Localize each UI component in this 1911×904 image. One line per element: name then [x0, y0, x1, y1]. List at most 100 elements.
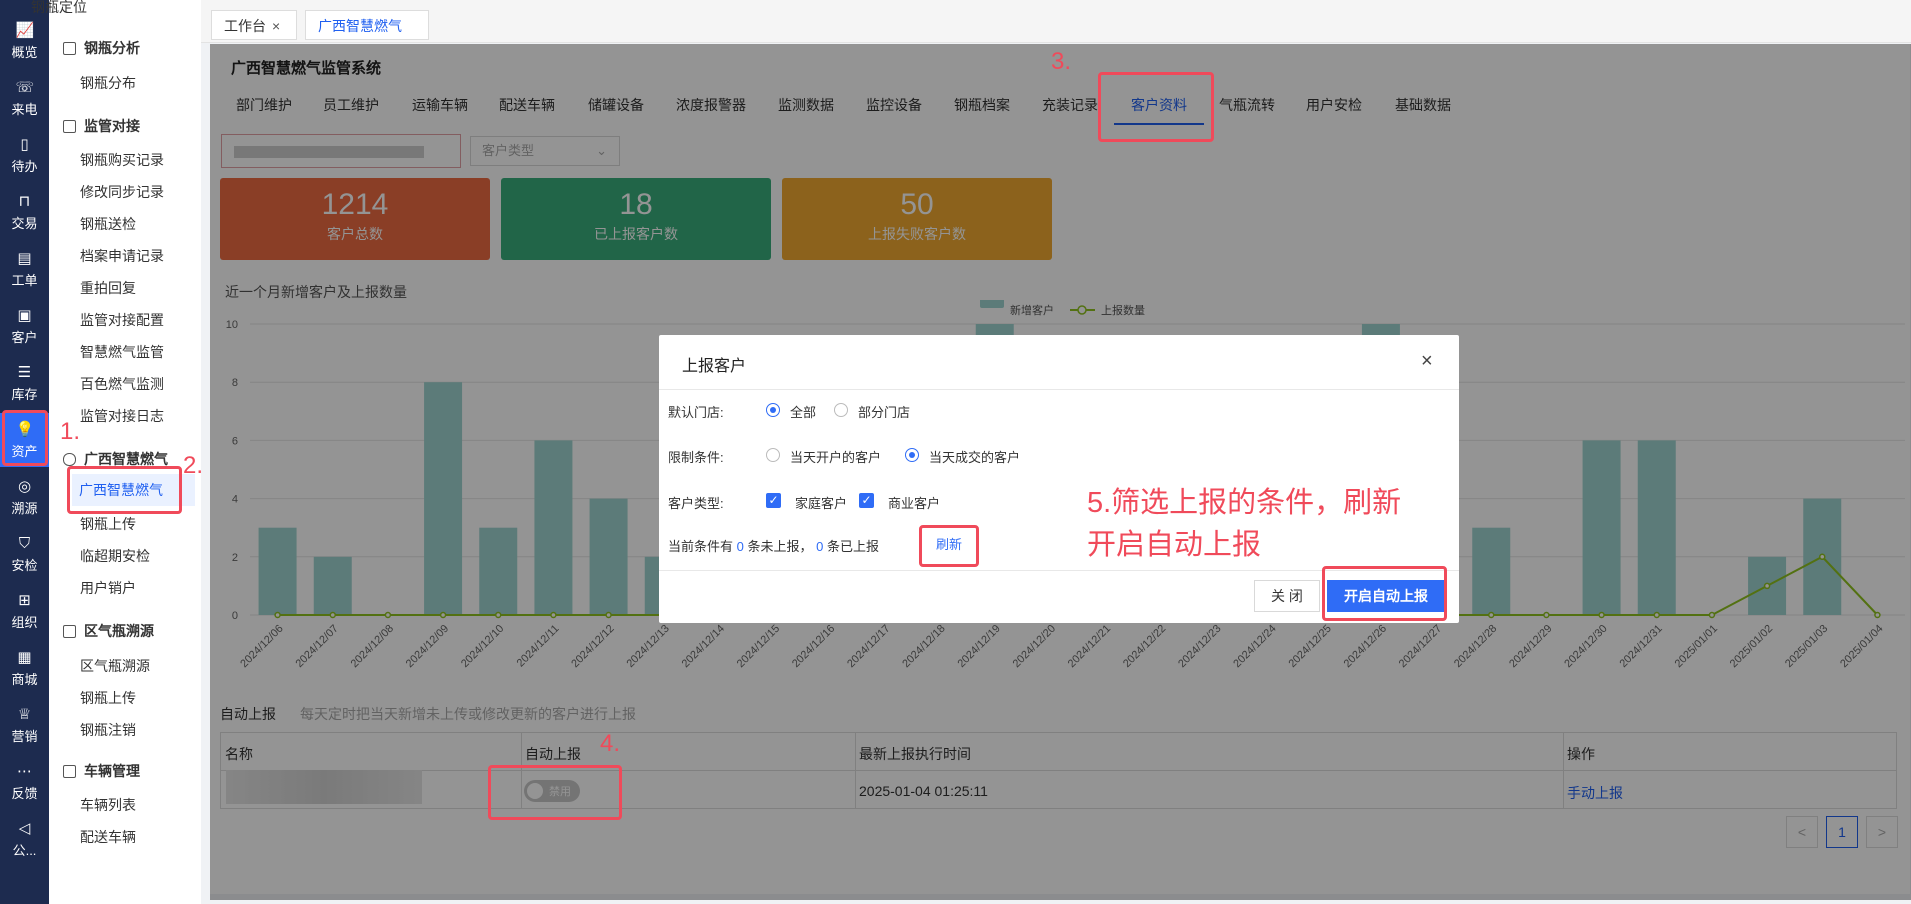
rail-item-feedback[interactable]: ⋯ 反馈 — [0, 755, 49, 809]
option-label: 当天开户的客户 — [790, 450, 882, 465]
rail-label: 待办 — [11, 159, 38, 174]
sidebar-item[interactable]: 监管对接配置 — [80, 310, 164, 330]
shop-icon: ▦ — [17, 649, 32, 666]
rail-item-overview[interactable]: 📈 概览 — [0, 14, 49, 68]
dialog-title: 上报客户 — [682, 358, 747, 375]
sidebar-group-title[interactable]: 钢瓶分析 — [63, 38, 140, 58]
rail-item-notice[interactable]: ◁ 公... — [0, 812, 49, 866]
sidebar-item[interactable]: 重拍回复 — [80, 278, 136, 298]
rail-label: 溯源 — [11, 501, 38, 516]
annotation-box — [488, 765, 622, 820]
type-label: 客户类型: — [668, 496, 724, 511]
rail-item-customer[interactable]: ▣ 客户 — [0, 299, 49, 353]
contact-icon: ▣ — [17, 307, 32, 324]
option-label: 当天成交的客户 — [929, 450, 1021, 465]
radio-partial-stores[interactable] — [834, 403, 848, 417]
sidebar-group-title[interactable]: 区气瓶溯源 — [63, 621, 154, 641]
sidebar-item[interactable]: 钢瓶分布 — [80, 73, 136, 93]
compass-icon: ◎ — [17, 478, 32, 495]
annotation-number: 4. — [600, 730, 621, 757]
sidebar-item[interactable]: 配送车辆 — [80, 827, 136, 847]
radio-all-stores[interactable] — [766, 403, 780, 417]
shield-icon — [63, 453, 76, 466]
car-icon — [63, 765, 76, 778]
tab-gx-smart-gas[interactable]: 广西智慧燃气× — [305, 10, 429, 64]
annotation-text: 5.筛选上报的条件，刷新 开启自动上报 — [1087, 487, 1402, 561]
document-icon — [63, 625, 76, 638]
condition-summary: 当前条件有 0 条未上报， 0 条已上报 — [668, 539, 880, 554]
rail-label: 公... — [12, 843, 37, 858]
rail-label: 组织 — [11, 615, 38, 630]
rail-label: 概览 — [11, 45, 38, 60]
sidebar-item[interactable]: 车辆列表 — [80, 795, 136, 815]
link-icon — [63, 120, 76, 133]
annotation-number: 3. — [1051, 48, 1072, 75]
rail-item-inspection[interactable]: ⛉ 安检 — [0, 527, 49, 581]
radio-opened-today[interactable] — [766, 448, 780, 462]
option-label: 全部 — [790, 405, 817, 420]
sidebar-group-title[interactable]: 车辆管理 — [63, 761, 140, 781]
rail-item-ticket[interactable]: ▤ 工单 — [0, 242, 49, 296]
shield-icon: ⛉ — [18, 535, 31, 552]
dialog-divider — [659, 389, 1459, 390]
chart-icon: 📈 — [15, 22, 35, 39]
rail-label: 安检 — [11, 558, 38, 573]
limit-label: 限制条件: — [668, 450, 724, 465]
bag-icon: ⊓ — [18, 193, 31, 210]
close-icon[interactable]: × — [272, 18, 280, 34]
close-icon[interactable]: × — [1421, 350, 1433, 373]
sidebar-item[interactable]: 用户销户 — [80, 578, 136, 598]
rail-label: 工单 — [11, 273, 38, 288]
checkbox-commercial[interactable]: ✓ — [859, 493, 874, 508]
sidebar-item[interactable]: 区气瓶溯源 — [80, 656, 150, 676]
dialog-close-button[interactable]: 关 闭 — [1254, 580, 1320, 612]
trophy-icon: ♕ — [17, 706, 32, 723]
megaphone-icon: ◁ — [18, 820, 31, 837]
rail-label: 来电 — [11, 102, 38, 117]
checkbox-household[interactable]: ✓ — [766, 493, 781, 508]
option-label: 家庭客户 — [795, 496, 848, 511]
tab-workbench[interactable]: 工作台 × — [211, 10, 297, 40]
sidebar-item[interactable]: 智慧燃气监管 — [80, 342, 164, 362]
option-label: 部分门店 — [858, 405, 911, 420]
option-label: 商业客户 — [888, 496, 941, 511]
rail-label: 交易 — [11, 216, 38, 231]
todo-icon: ▯ — [20, 136, 29, 153]
inventory-icon: ☰ — [17, 364, 32, 381]
sidebar-item[interactable]: 百色燃气监测 — [80, 374, 164, 394]
annotation-box — [1322, 566, 1447, 621]
sidebar-item[interactable]: 钢瓶注销 — [80, 720, 136, 740]
rail-item-trace[interactable]: ◎ 溯源 — [0, 470, 49, 524]
sidebar-item[interactable]: 钢瓶送检 — [80, 214, 136, 234]
sidebar-item[interactable]: 钢瓶定位 — [31, 0, 87, 17]
annotation-box — [919, 525, 979, 567]
sidebar-item[interactable]: 钢瓶上传 — [80, 688, 136, 708]
tab-bar — [201, 0, 1911, 43]
rail-label: 商城 — [11, 672, 38, 687]
rail-item-shop[interactable]: ▦ 商城 — [0, 641, 49, 695]
rail-item-calls[interactable]: ☏ 来电 — [0, 71, 49, 125]
radio-dealt-today[interactable] — [905, 448, 919, 462]
ticket-icon: ▤ — [17, 250, 32, 267]
annotation-number: 1. — [60, 418, 81, 445]
rail-item-todo[interactable]: ▯ 待办 — [0, 128, 49, 182]
sidebar-item[interactable]: 档案申请记录 — [80, 246, 164, 266]
annotation-box — [1098, 72, 1214, 142]
rail-item-org[interactable]: ⊞ 组织 — [0, 584, 49, 638]
message-icon: ⋯ — [17, 763, 32, 780]
sidebar-item[interactable]: 钢瓶上传 — [80, 514, 136, 534]
rail-item-trade[interactable]: ⊓ 交易 — [0, 185, 49, 239]
rail-label: 客户 — [11, 330, 38, 345]
rail-label: 反馈 — [11, 786, 38, 801]
phone-icon: ☏ — [15, 79, 35, 96]
rail-item-inventory[interactable]: ☰ 库存 — [0, 356, 49, 410]
annotation-box — [2, 410, 48, 466]
rail-item-marketing[interactable]: ♕ 营销 — [0, 698, 49, 752]
sidebar-item[interactable]: 临超期安检 — [80, 546, 150, 566]
sidebar-group-title[interactable]: 监管对接 — [63, 116, 140, 136]
sidebar-item[interactable]: 修改同步记录 — [80, 182, 164, 202]
sidebar-item[interactable]: 钢瓶购买记录 — [80, 150, 164, 170]
rail-label: 库存 — [11, 387, 38, 402]
annotation-number: 2. — [183, 452, 204, 479]
sidebar-item[interactable]: 监管对接日志 — [80, 406, 164, 426]
